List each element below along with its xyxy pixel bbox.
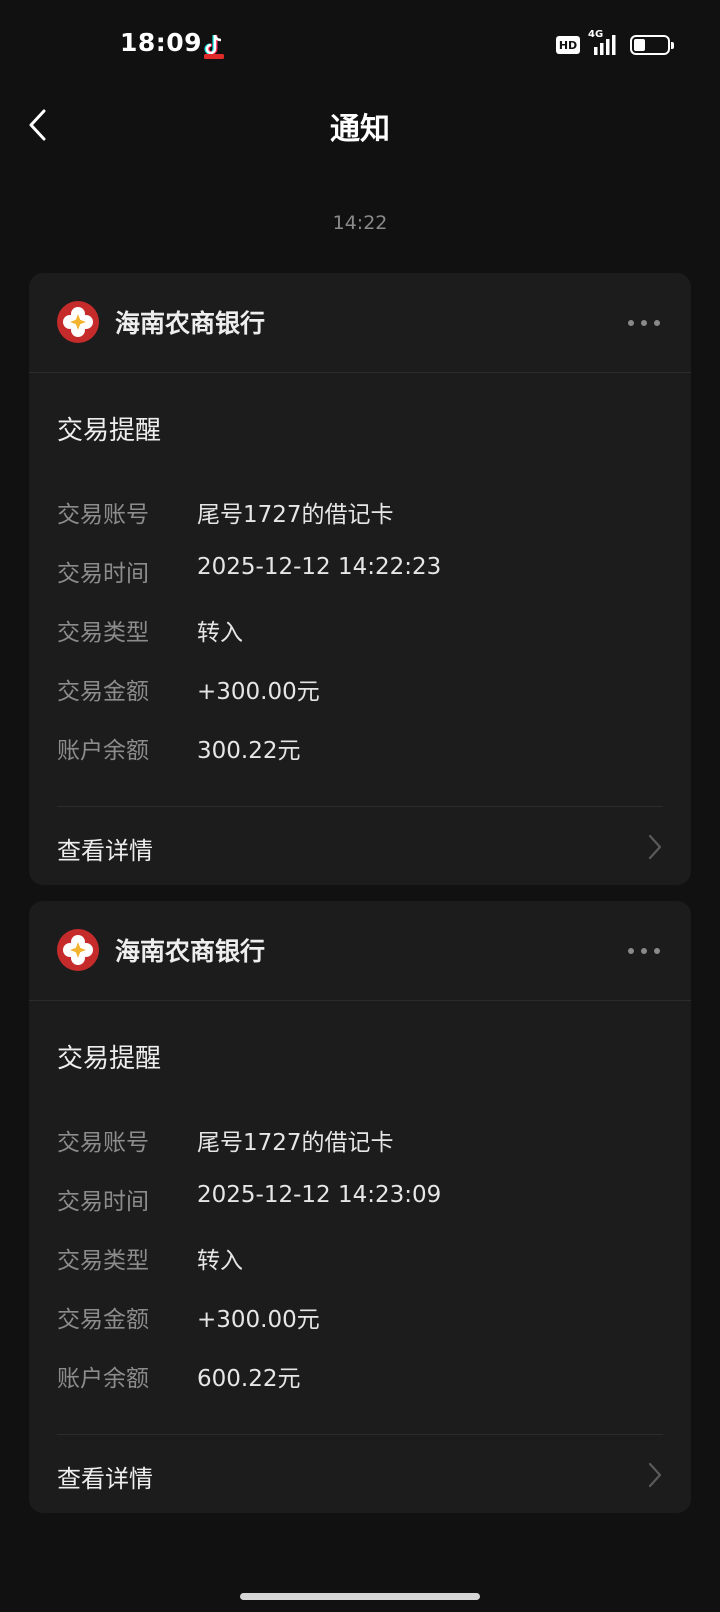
field-value: 600.22元 bbox=[197, 1366, 301, 1392]
view-details-button[interactable]: 查看详情 bbox=[29, 807, 691, 885]
transaction-fields: 交易账号 尾号1727的借记卡 交易时间 2025-12-12 14:23:09… bbox=[57, 1123, 663, 1418]
field-label: 交易金额 bbox=[57, 679, 149, 705]
bank-name: 海南农商银行 bbox=[115, 937, 266, 966]
field-value: 转入 bbox=[197, 1248, 243, 1274]
notification-card: 海南农商银行 交易提醒 交易账号 尾号1727的借记卡 交易时间 2025-12… bbox=[29, 273, 691, 885]
bank-logo-icon bbox=[57, 929, 99, 971]
hd-icon: HD bbox=[556, 36, 580, 54]
more-options-icon[interactable] bbox=[627, 315, 661, 329]
card-header: 海南农商银行 bbox=[29, 901, 691, 1001]
view-details-button[interactable]: 查看详情 bbox=[29, 1435, 691, 1513]
chevron-right-icon bbox=[647, 833, 663, 861]
field-label: 交易金额 bbox=[57, 1307, 149, 1333]
status-bar: 18:09 HD 4G bbox=[0, 0, 720, 90]
bank-logo-icon bbox=[57, 301, 99, 343]
field-value: 尾号1727的借记卡 bbox=[197, 502, 394, 528]
more-options-icon[interactable] bbox=[627, 943, 661, 957]
transaction-fields: 交易账号 尾号1727的借记卡 交易时间 2025-12-12 14:22:23… bbox=[57, 495, 663, 790]
field-label: 账户余额 bbox=[57, 738, 149, 764]
field-label: 交易类型 bbox=[57, 1248, 149, 1274]
field-type: 交易类型 转入 bbox=[57, 613, 663, 672]
field-label: 交易账号 bbox=[57, 1130, 149, 1156]
view-details-label: 查看详情 bbox=[57, 1465, 153, 1493]
status-icons: HD 4G bbox=[556, 29, 674, 58]
notification-card: 海南农商银行 交易提醒 交易账号 尾号1727的借记卡 交易时间 2025-12… bbox=[29, 901, 691, 1513]
field-time: 交易时间 2025-12-12 14:22:23 bbox=[57, 554, 663, 613]
tiktok-icon bbox=[201, 32, 227, 60]
field-value: 2025-12-12 14:23:09 bbox=[197, 1182, 442, 1208]
field-value: 尾号1727的借记卡 bbox=[197, 1130, 394, 1156]
field-account: 交易账号 尾号1727的借记卡 bbox=[57, 495, 663, 554]
field-label: 交易时间 bbox=[57, 561, 149, 587]
view-details-label: 查看详情 bbox=[57, 837, 153, 865]
bank-name: 海南农商银行 bbox=[115, 309, 266, 338]
cellular-signal-icon: 4G bbox=[588, 29, 622, 57]
field-balance: 账户余额 300.22元 bbox=[57, 731, 663, 790]
field-balance: 账户余额 600.22元 bbox=[57, 1359, 663, 1418]
message-timestamp: 14:22 bbox=[332, 212, 388, 234]
field-type: 交易类型 转入 bbox=[57, 1241, 663, 1300]
field-value: 转入 bbox=[197, 620, 243, 646]
notification-title: 交易提醒 bbox=[57, 1044, 162, 1074]
notification-title: 交易提醒 bbox=[57, 416, 162, 446]
navigation-bar: 通知 bbox=[0, 90, 720, 160]
field-time: 交易时间 2025-12-12 14:23:09 bbox=[57, 1182, 663, 1241]
battery-fill bbox=[634, 39, 646, 51]
field-value: +300.00元 bbox=[197, 679, 320, 705]
field-label: 账户余额 bbox=[57, 1366, 149, 1392]
field-amount: 交易金额 +300.00元 bbox=[57, 672, 663, 731]
chevron-right-icon bbox=[647, 1461, 663, 1489]
field-label: 交易账号 bbox=[57, 502, 149, 528]
field-value: 2025-12-12 14:22:23 bbox=[197, 554, 442, 580]
field-value: 300.22元 bbox=[197, 738, 301, 764]
page-title: 通知 bbox=[330, 112, 390, 147]
field-account: 交易账号 尾号1727的借记卡 bbox=[57, 1123, 663, 1182]
home-indicator[interactable] bbox=[240, 1593, 480, 1600]
battery-icon bbox=[630, 35, 674, 55]
field-amount: 交易金额 +300.00元 bbox=[57, 1300, 663, 1359]
card-header: 海南农商银行 bbox=[29, 273, 691, 373]
field-label: 交易类型 bbox=[57, 620, 149, 646]
field-value: +300.00元 bbox=[197, 1307, 320, 1333]
field-label: 交易时间 bbox=[57, 1189, 149, 1215]
status-time: 18:09 bbox=[120, 28, 203, 57]
